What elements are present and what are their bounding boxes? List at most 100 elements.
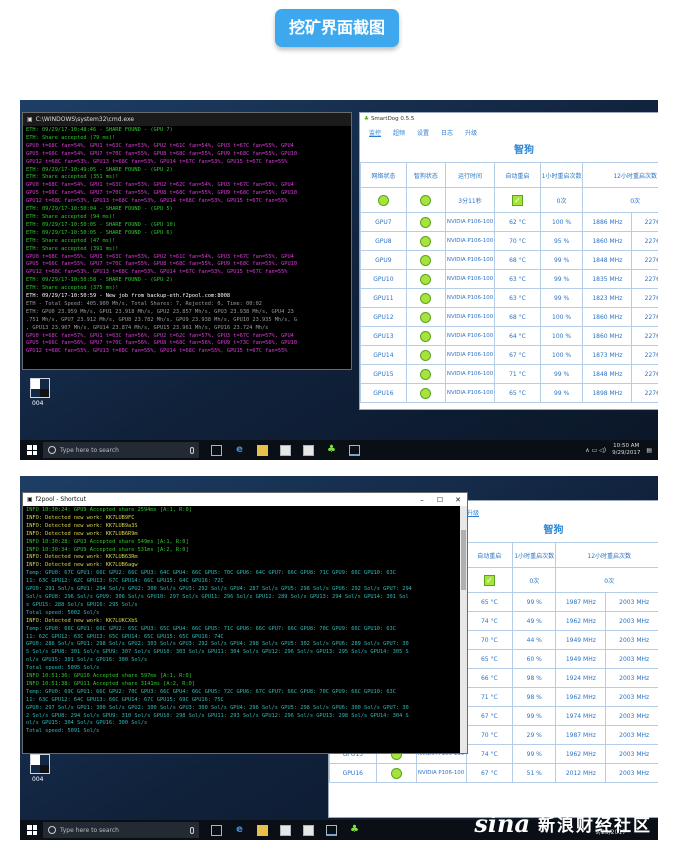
console-line: GPU12 t=68C fan=53%, GPU13 t=68C fan=53%… xyxy=(26,269,288,276)
file-explorer-icon[interactable] xyxy=(257,824,268,836)
table-header: 自动重启 xyxy=(465,542,514,568)
gpu-model: NVIDIA P106-100 xyxy=(444,231,496,251)
gpu-fan-speed: 99 % xyxy=(539,364,584,384)
console-scrollbar[interactable] xyxy=(460,506,467,753)
console-titlebar[interactable]: ▣ C:\WINDOWS\system32\cmd.exe xyxy=(23,113,351,126)
gpu-memory-clock: 2276 MHz xyxy=(631,212,658,232)
notification-icon[interactable]: ▤ xyxy=(646,447,652,454)
gpu-memory-clock: 2276 MHz xyxy=(631,288,658,308)
file-explorer-icon[interactable] xyxy=(257,444,268,456)
mail-icon[interactable] xyxy=(303,824,314,836)
menu-item[interactable]: 设置 xyxy=(417,128,429,137)
gpu-fan-speed: 98 % xyxy=(512,668,557,688)
gpu-status-indicator xyxy=(420,216,432,228)
console-line: ETH: 09/29/17-10:50:05 - SHARE FOUND - (… xyxy=(26,229,173,236)
console-line: Temp: GPU0: 67C GPU1: 66C GPU2: 66C GPU3… xyxy=(26,570,396,577)
gpu-core-clock: 1987 MHz xyxy=(555,592,607,612)
gpu-temperature: 67 °C xyxy=(465,763,514,783)
gpu-temperature: 68 °C xyxy=(494,250,541,270)
gpu-status-cell xyxy=(405,269,447,289)
gpu-temperature: 70 °C xyxy=(494,231,541,251)
gpu-memory-clock: 2276 MHz xyxy=(631,345,658,365)
console-line: GPU5 t=66C fan=54%, GPU7 t=70C fan=55%, … xyxy=(26,190,298,197)
gpu-core-clock: 1987 MHz xyxy=(555,725,607,745)
console-output: ETH: 09/29/17-10:48:46 - SHARE FOUND - (… xyxy=(23,126,351,357)
gpu-memory-clock: 2003 MHz xyxy=(605,649,658,669)
store-icon[interactable] xyxy=(280,444,291,456)
task-view-icon[interactable] xyxy=(211,444,222,456)
scrollbar-thumb[interactable] xyxy=(461,530,466,590)
taskbar-search-box[interactable]: Type here to search xyxy=(43,822,199,838)
gpu-fan-speed: 100 % xyxy=(539,345,584,365)
gpu-fan-speed: 98 % xyxy=(512,687,557,707)
smartdog-window[interactable]: ♣ SmartDog 0.5.5 监控 超频 设置 日志 升级 智狗 网络状态 智狗状态运… xyxy=(359,112,658,410)
table-header: 12小时重启次数 xyxy=(582,162,658,188)
console-line: GPU0: 297 Sol/s GPU1: 300 Sol/s GPU2: 30… xyxy=(26,704,409,711)
mail-icon[interactable] xyxy=(303,444,314,456)
minimize-icon[interactable]: – xyxy=(413,496,431,504)
gpu-fan-speed: 100 % xyxy=(539,212,584,232)
store-icon[interactable] xyxy=(280,824,291,836)
gpu-core-clock: 1962 MHz xyxy=(555,687,607,707)
console-taskbar-icon[interactable] xyxy=(349,444,360,456)
console-line: GPU0 t=68C fan=55%, GPU1 t=63C fan=53%, … xyxy=(26,253,294,260)
taskbar-clock[interactable]: 10:50 AM 9/29/2017 xyxy=(612,443,640,457)
menu-upgrade[interactable]: 升级 xyxy=(467,508,479,517)
edge-browser-icon[interactable]: e xyxy=(234,824,245,836)
console-line: ETH: GPU0 23.959 Mh/s, GPU1 23.918 Mh/s,… xyxy=(26,308,294,315)
menu-item[interactable]: 日志 xyxy=(441,128,453,137)
microphone-icon[interactable] xyxy=(190,446,194,454)
gpu-status-indicator xyxy=(420,349,432,361)
gpu-memory-clock: 2003 MHz xyxy=(605,630,658,650)
gpu-memory-clock: 2003 MHz xyxy=(605,763,658,783)
gpu-core-clock: 1949 MHz xyxy=(555,649,607,669)
console-line: 11: 62C GPU12: 63C GPU13: 65C GPU14: 65C… xyxy=(26,633,224,640)
gpu-core-clock: 1898 MHz xyxy=(582,383,633,403)
miner-console-window[interactable]: ▣ C:\WINDOWS\system32\cmd.exe ETH: 09/29… xyxy=(22,112,352,370)
taskbar-time: 10:50 AM xyxy=(613,443,640,449)
table-header: 网络状态 xyxy=(360,162,407,188)
gpu-temperature: 64 °C xyxy=(494,326,541,346)
console-titlebar[interactable]: ▣ f2pool - Shortcut – ☐ ✕ xyxy=(23,493,467,506)
gpu-temperature: 63 °C xyxy=(494,269,541,289)
auto-restart-checkbox[interactable]: ✓ xyxy=(483,574,495,586)
gpu-model: NVIDIA P106-100 xyxy=(444,250,496,270)
gpu-fan-speed: 100 % xyxy=(539,326,584,346)
auto-restart-checkbox[interactable]: ✓ xyxy=(511,194,523,206)
smartdog-taskbar-icon[interactable]: ♣ xyxy=(349,824,360,836)
table-header: 运行时间 xyxy=(444,162,496,188)
menu-item[interactable]: 升级 xyxy=(465,128,477,137)
desktop-shortcut-icon[interactable] xyxy=(30,378,50,398)
taskbar-search-box[interactable]: Type here to search xyxy=(43,442,199,458)
tray-icons[interactable]: ∧ ▭ ◁) xyxy=(585,447,606,454)
windows-start-icon[interactable] xyxy=(27,825,37,835)
task-view-icon[interactable] xyxy=(211,824,222,836)
gpu-name: GPU16 xyxy=(360,383,407,403)
console-line: Total speed: 5095 Sol/s xyxy=(26,665,100,672)
console-line: 11: 63C GPU12: 62C GPU13: 67C GPU14: 66C… xyxy=(26,578,224,585)
gpu-row: GPU10 NVIDIA P106-100 63 °C 99 % 1835 MHz 227… xyxy=(360,269,658,289)
edge-browser-icon[interactable]: e xyxy=(234,444,245,456)
gpu-core-clock: 1823 MHz xyxy=(582,288,633,308)
console-title: f2pool - Shortcut xyxy=(35,496,86,503)
console-line: GPU12 t=68C fan=53%, GPU13 t=68C fan=53%… xyxy=(26,158,288,165)
smartdog-taskbar-icon[interactable]: ♣ xyxy=(326,444,337,456)
gpu-memory-clock: 2276 MHz xyxy=(631,250,658,270)
gpu-memory-clock: 2276 MHz xyxy=(631,383,658,403)
console-line: INFO 10:30:28: GPU3 Accepted share 549ms… xyxy=(26,538,189,545)
f2pool-console-window[interactable]: ▣ f2pool - Shortcut – ☐ ✕ INFO 10:30:24:… xyxy=(22,492,468,754)
gpu-core-clock: 1962 MHz xyxy=(555,744,607,764)
console-taskbar-icon[interactable] xyxy=(326,824,337,836)
close-icon[interactable]: ✕ xyxy=(449,496,467,504)
windows-start-icon[interactable] xyxy=(27,445,37,455)
microphone-icon[interactable] xyxy=(190,826,194,834)
desktop-shortcut-icon[interactable] xyxy=(30,754,50,774)
maximize-icon[interactable]: ☐ xyxy=(431,496,449,504)
smartdog-titlebar[interactable]: ♣ SmartDog 0.5.5 xyxy=(360,113,658,125)
menu-item[interactable]: 超频 xyxy=(393,128,405,137)
menu-item[interactable]: 监控 xyxy=(369,128,381,137)
gpu-fan-speed: 60 % xyxy=(512,649,557,669)
gpu-memory-clock: 2003 MHz xyxy=(605,744,658,764)
gpu-model: NVIDIA P106-100 xyxy=(444,212,496,232)
gpu-name: GPU12 xyxy=(360,307,407,327)
